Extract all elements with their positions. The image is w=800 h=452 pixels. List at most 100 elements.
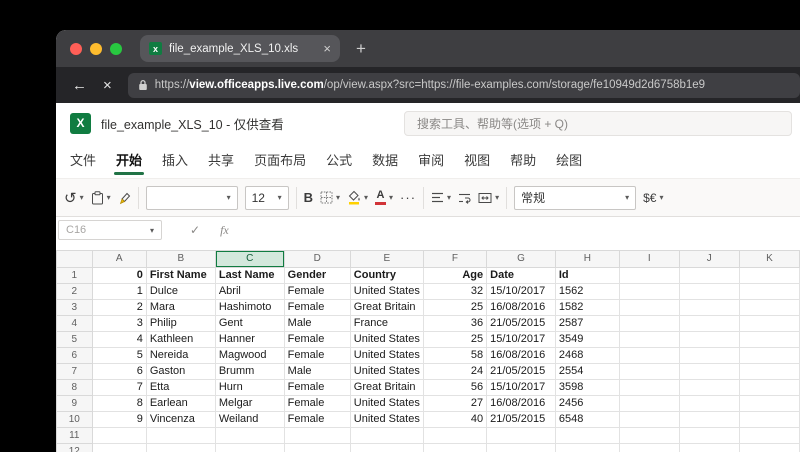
- row-header-7[interactable]: 7: [56, 363, 93, 380]
- undo-button[interactable]: ↺ ▾: [64, 189, 84, 207]
- cell-J11[interactable]: [679, 427, 740, 444]
- paste-button[interactable]: ▾: [91, 190, 111, 205]
- cell-C4[interactable]: Gent: [215, 315, 285, 332]
- cell-H12[interactable]: [555, 443, 620, 452]
- more-options-button[interactable]: ···: [400, 190, 416, 205]
- cell-C5[interactable]: Hanner: [215, 331, 285, 348]
- cell-A9[interactable]: 8: [92, 395, 147, 412]
- cell-I3[interactable]: [619, 299, 680, 316]
- cell-K7[interactable]: [739, 363, 800, 380]
- cell-A10[interactable]: 9: [92, 411, 147, 428]
- column-header-H[interactable]: H: [554, 250, 620, 268]
- cell-G4[interactable]: 21/05/2015: [486, 315, 556, 332]
- cell-H11[interactable]: [555, 427, 620, 444]
- cell-E12[interactable]: [350, 443, 424, 452]
- cell-D4[interactable]: Male: [284, 315, 351, 332]
- cell-G10[interactable]: 21/05/2015: [486, 411, 556, 428]
- cell-E5[interactable]: United States: [350, 331, 424, 348]
- cell-E10[interactable]: United States: [350, 411, 424, 428]
- cell-K2[interactable]: [739, 283, 800, 300]
- cell-E9[interactable]: United States: [350, 395, 424, 412]
- cell-F5[interactable]: 25: [423, 331, 488, 348]
- cell-J7[interactable]: [679, 363, 740, 380]
- font-color-button[interactable]: A ▾: [375, 190, 393, 205]
- zoom-window-button[interactable]: [110, 42, 122, 55]
- cell-C3[interactable]: Hashimoto: [215, 299, 285, 316]
- cell-J6[interactable]: [679, 347, 740, 364]
- cell-A7[interactable]: 6: [92, 363, 147, 380]
- row-header-12[interactable]: 12: [56, 443, 93, 452]
- cell-F2[interactable]: 32: [423, 283, 488, 300]
- cell-K9[interactable]: [739, 395, 800, 412]
- ribbon-tab-1[interactable]: 文件: [60, 143, 106, 178]
- column-header-J[interactable]: J: [678, 250, 740, 268]
- cell-G6[interactable]: 16/08/2016: [486, 347, 556, 364]
- ribbon-tab-6[interactable]: 公式: [316, 143, 362, 178]
- font-name-select[interactable]: ▾: [145, 185, 238, 210]
- new-tab-button[interactable]: +: [356, 40, 366, 57]
- cell-D8[interactable]: Female: [284, 379, 351, 396]
- merge-cells-button[interactable]: ▾: [478, 192, 499, 204]
- select-all-corner[interactable]: [56, 250, 93, 268]
- cell-F7[interactable]: 24: [423, 363, 488, 380]
- row-header-4[interactable]: 4: [56, 315, 93, 332]
- cell-I5[interactable]: [619, 331, 680, 348]
- cell-D10[interactable]: Female: [284, 411, 351, 428]
- cell-E6[interactable]: United States: [350, 347, 424, 364]
- cell-I11[interactable]: [619, 427, 680, 444]
- cell-C6[interactable]: Magwood: [215, 347, 285, 364]
- align-button[interactable]: ▾: [431, 192, 451, 203]
- column-header-D[interactable]: D: [283, 250, 351, 268]
- row-header-5[interactable]: 5: [56, 331, 93, 348]
- cell-A1[interactable]: 0: [92, 267, 147, 284]
- cell-D7[interactable]: Male: [284, 363, 351, 380]
- row-header-2[interactable]: 2: [56, 283, 93, 300]
- cell-F6[interactable]: 58: [423, 347, 488, 364]
- cell-B2[interactable]: Dulce: [146, 283, 216, 300]
- cell-B8[interactable]: Etta: [146, 379, 216, 396]
- cell-G2[interactable]: 15/10/2017: [486, 283, 556, 300]
- cell-D3[interactable]: Female: [284, 299, 351, 316]
- ribbon-tab-8[interactable]: 审阅: [408, 143, 454, 178]
- cell-F3[interactable]: 25: [423, 299, 488, 316]
- cell-B12[interactable]: [146, 443, 216, 452]
- cell-J10[interactable]: [679, 411, 740, 428]
- cell-J12[interactable]: [679, 443, 740, 452]
- wrap-text-button[interactable]: [458, 192, 471, 204]
- cell-D12[interactable]: [284, 443, 351, 452]
- cell-J3[interactable]: [679, 299, 740, 316]
- cell-K10[interactable]: [739, 411, 800, 428]
- cell-C2[interactable]: Abril: [215, 283, 285, 300]
- browser-tab[interactable]: x file_example_XLS_10.xls ×: [140, 35, 340, 62]
- cell-E11[interactable]: [350, 427, 424, 444]
- ribbon-tab-10[interactable]: 帮助: [500, 143, 546, 178]
- cell-B3[interactable]: Mara: [146, 299, 216, 316]
- cell-I10[interactable]: [619, 411, 680, 428]
- cell-C7[interactable]: Brumm: [215, 363, 285, 380]
- cell-C9[interactable]: Melgar: [215, 395, 285, 412]
- cell-I9[interactable]: [619, 395, 680, 412]
- minimize-window-button[interactable]: [90, 42, 102, 55]
- insert-function-button[interactable]: fx: [220, 223, 229, 238]
- cell-I1[interactable]: [619, 267, 680, 284]
- cell-A12[interactable]: [92, 443, 147, 452]
- cell-H4[interactable]: 2587: [555, 315, 620, 332]
- cell-I12[interactable]: [619, 443, 680, 452]
- cell-D1[interactable]: Gender: [284, 267, 351, 284]
- cell-F11[interactable]: [423, 427, 488, 444]
- close-tab-icon[interactable]: ×: [323, 42, 331, 55]
- cell-E4[interactable]: France: [350, 315, 424, 332]
- cell-C1[interactable]: Last Name: [215, 267, 285, 284]
- cell-B1[interactable]: First Name: [146, 267, 216, 284]
- cell-A8[interactable]: 7: [92, 379, 147, 396]
- cell-B5[interactable]: Kathleen: [146, 331, 216, 348]
- cell-C8[interactable]: Hurn: [215, 379, 285, 396]
- row-header-11[interactable]: 11: [56, 427, 93, 444]
- cell-K3[interactable]: [739, 299, 800, 316]
- ribbon-tab-2[interactable]: 开始: [106, 143, 152, 178]
- row-header-3[interactable]: 3: [56, 299, 93, 316]
- cell-G11[interactable]: [486, 427, 556, 444]
- cell-H2[interactable]: 1562: [555, 283, 620, 300]
- cell-F9[interactable]: 27: [423, 395, 488, 412]
- cell-F10[interactable]: 40: [423, 411, 488, 428]
